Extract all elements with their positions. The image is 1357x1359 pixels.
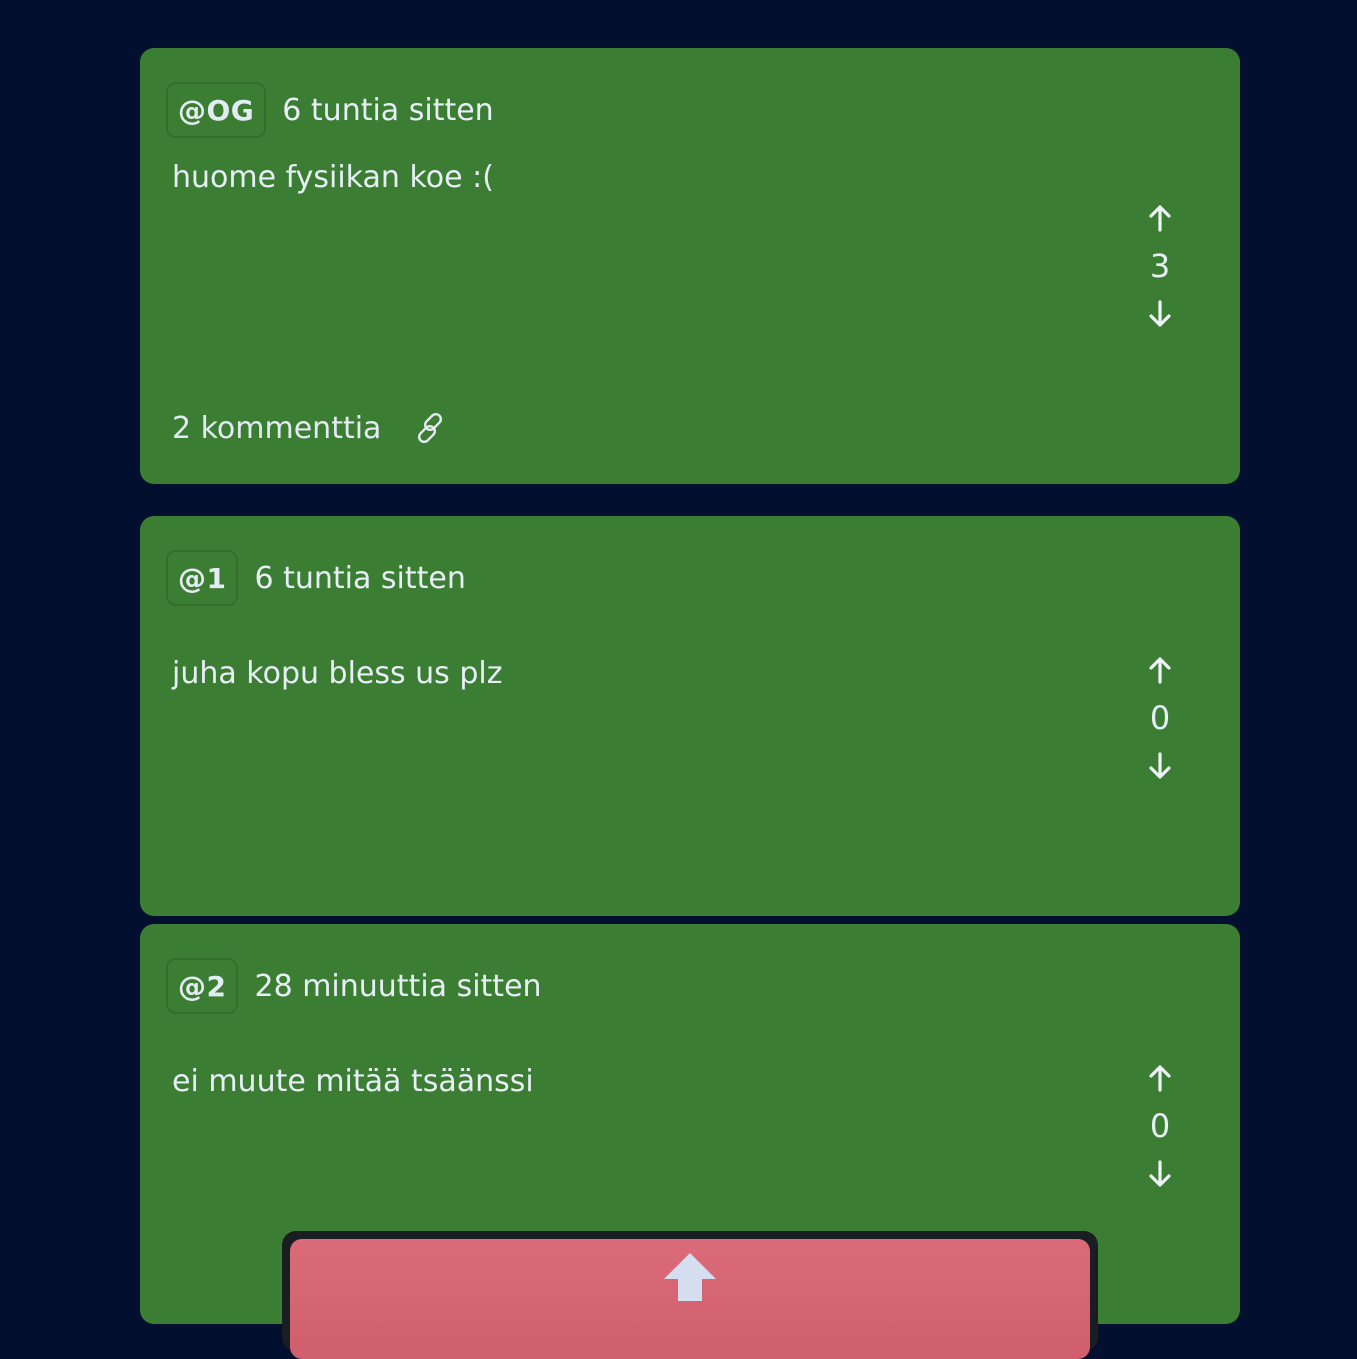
comment-header: @1 6 tuntia sitten <box>166 549 466 607</box>
new-post-button[interactable] <box>290 1239 1090 1359</box>
downvote-button[interactable] <box>1140 746 1180 786</box>
downvote-button[interactable] <box>1140 1154 1180 1194</box>
arrow-down-icon <box>1149 1160 1171 1187</box>
vote-count: 0 <box>1149 699 1171 737</box>
upvote-button[interactable] <box>1140 1058 1180 1098</box>
post-header: @OG 6 tuntia sitten <box>166 81 494 139</box>
vote-widget: 0 <box>1136 1058 1184 1194</box>
post-timestamp: 6 tuntia sitten <box>282 92 494 128</box>
author-badge[interactable]: @2 <box>166 958 239 1014</box>
comments-link[interactable]: 2 kommenttia <box>172 411 381 446</box>
arrow-up-icon <box>1149 657 1171 684</box>
downvote-button[interactable] <box>1140 294 1180 334</box>
upvote-button[interactable] <box>1140 650 1180 690</box>
comment-card: @1 6 tuntia sitten juha kopu bless us pl… <box>140 516 1240 916</box>
comment-header: @2 28 minuuttia sitten <box>166 957 542 1015</box>
post-text: huome fysiikan koe :( <box>172 160 494 195</box>
author-badge[interactable]: @1 <box>166 550 239 606</box>
share-link-button[interactable] <box>411 408 451 448</box>
post-footer: 2 kommenttia <box>172 406 451 450</box>
big-arrow-up-icon <box>664 1253 716 1301</box>
comment-text: ei muute mitää tsäänssi <box>172 1064 534 1099</box>
vote-count: 3 <box>1149 247 1171 285</box>
bottom-action-bar <box>282 1231 1098 1359</box>
upvote-button[interactable] <box>1140 198 1180 238</box>
vote-count: 0 <box>1149 1107 1171 1145</box>
arrow-up-icon <box>1149 205 1171 232</box>
vote-widget: 3 <box>1136 198 1184 334</box>
link-icon <box>418 412 443 444</box>
comment-timestamp: 6 tuntia sitten <box>254 560 466 596</box>
arrow-down-icon <box>1149 752 1171 779</box>
arrow-up-icon <box>1149 1065 1171 1092</box>
comment-text: juha kopu bless us plz <box>172 656 503 691</box>
author-badge[interactable]: @OG <box>166 82 267 138</box>
vote-widget: 0 <box>1136 650 1184 786</box>
post-card: @OG 6 tuntia sitten huome fysiikan koe :… <box>140 48 1240 484</box>
comment-timestamp: 28 minuuttia sitten <box>254 968 542 1004</box>
arrow-down-icon <box>1149 300 1171 327</box>
